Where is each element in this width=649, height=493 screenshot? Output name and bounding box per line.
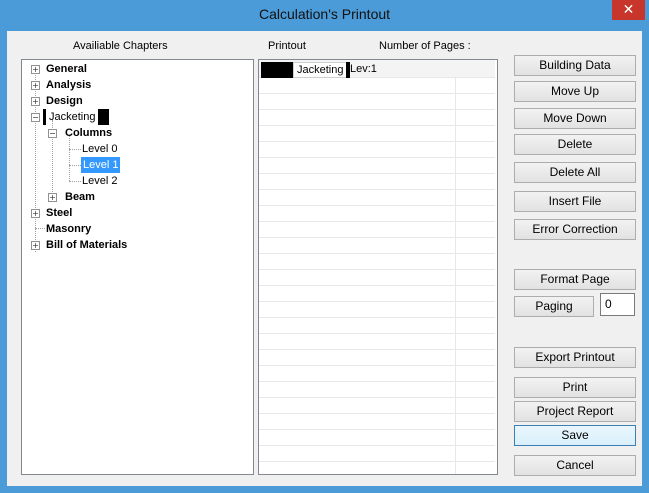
expand-icon[interactable]: +	[31, 81, 40, 90]
project-report-button[interactable]: Project Report	[514, 401, 636, 422]
empty-grid-row	[259, 318, 495, 334]
close-button[interactable]: ✕	[612, 0, 645, 20]
dialog-window: Calculation's Printout ✕ Availiable Chap…	[0, 0, 649, 493]
empty-grid-row	[259, 446, 495, 462]
chapters-tree[interactable]: + General + Analysis + Design − Jacketin…	[21, 59, 254, 475]
expand-icon[interactable]: +	[31, 97, 40, 106]
printout-level-cell: Lev:1	[350, 63, 377, 75]
empty-grid-row	[259, 126, 495, 142]
empty-grid-row	[259, 430, 495, 446]
empty-grid-row	[259, 270, 495, 286]
export-printout-button[interactable]: Export Printout	[514, 347, 636, 368]
tree-item-design[interactable]: Design	[46, 93, 83, 109]
available-chapters-label: Availiable Chapters	[73, 40, 168, 52]
printout-grid[interactable]: Jacketing Lev:1	[258, 59, 498, 475]
redacted-block	[43, 109, 46, 125]
window-title: Calculation's Printout	[258, 6, 391, 22]
tree-line	[35, 228, 45, 229]
printout-label: Printout	[268, 40, 306, 52]
empty-grid-row	[259, 254, 495, 270]
save-button[interactable]: Save	[514, 425, 636, 446]
tree-line	[69, 136, 70, 181]
empty-grid-row	[259, 174, 495, 190]
empty-grid-row	[259, 334, 495, 350]
dialog-body: Availiable Chapters Printout Number of P…	[7, 31, 642, 486]
tree-item-beam[interactable]: Beam	[65, 189, 95, 205]
delete-all-button[interactable]: Delete All	[514, 162, 636, 183]
tree-item-general[interactable]: General	[46, 61, 87, 77]
empty-grid-row	[259, 94, 495, 110]
tree-line	[69, 149, 81, 150]
tree-item-bill-of-materials[interactable]: Bill of Materials	[46, 237, 127, 253]
building-data-button[interactable]: Building Data	[514, 55, 636, 76]
empty-grid-row	[259, 222, 495, 238]
paging-input[interactable]: 0	[600, 293, 635, 316]
insert-file-button[interactable]: Insert File	[514, 191, 636, 212]
delete-button[interactable]: Delete	[514, 134, 636, 155]
move-down-button[interactable]: Move Down	[514, 108, 636, 129]
empty-grid-row	[259, 398, 495, 414]
format-page-button[interactable]: Format Page	[514, 269, 636, 290]
tree-item-masonry[interactable]: Masonry	[46, 221, 91, 237]
tree-item-level-0[interactable]: Level 0	[82, 141, 117, 157]
empty-grid-row	[259, 462, 495, 474]
cancel-button[interactable]: Cancel	[514, 455, 636, 476]
collapse-icon[interactable]: −	[48, 129, 57, 138]
expand-icon[interactable]: +	[31, 241, 40, 250]
title-bar[interactable]: Calculation's Printout ✕	[0, 0, 649, 31]
tree-item-steel[interactable]: Steel	[46, 205, 72, 221]
redacted-block	[261, 62, 293, 78]
empty-grid-row	[259, 238, 495, 254]
paging-button[interactable]: Paging	[514, 296, 594, 317]
empty-grid-row	[259, 302, 495, 318]
tree-item-level-2[interactable]: Level 2	[82, 173, 117, 189]
empty-grid-row	[259, 414, 495, 430]
move-up-button[interactable]: Move Up	[514, 81, 636, 102]
empty-grid-row	[259, 158, 495, 174]
tree-line	[69, 181, 81, 182]
tree-item-columns[interactable]: Columns	[65, 125, 112, 141]
number-of-pages-label: Number of Pages :	[379, 40, 471, 52]
print-button[interactable]: Print	[514, 377, 636, 398]
expand-icon[interactable]: +	[31, 209, 40, 218]
tree-line	[69, 165, 81, 166]
empty-grid-row	[259, 110, 495, 126]
empty-grid-row	[259, 78, 495, 94]
printout-chapter-cell[interactable]: Jacketing	[293, 62, 348, 78]
empty-grid-row	[259, 286, 495, 302]
error-correction-button[interactable]: Error Correction	[514, 219, 636, 240]
expand-icon[interactable]: +	[31, 65, 40, 74]
tree-item-jacketing[interactable]: Jacketing	[49, 109, 95, 125]
tree-item-analysis[interactable]: Analysis	[46, 77, 91, 93]
empty-grid-row	[259, 142, 495, 158]
empty-grid-row	[259, 382, 495, 398]
empty-grid-row	[259, 206, 495, 222]
expand-icon[interactable]: +	[48, 193, 57, 202]
empty-grid-row	[259, 366, 495, 382]
redacted-block	[98, 109, 109, 125]
collapse-icon[interactable]: −	[31, 113, 40, 122]
table-row[interactable]: Jacketing Lev:1	[259, 60, 495, 78]
tree-item-level-1[interactable]: Level 1	[81, 157, 121, 173]
empty-grid-row	[259, 350, 495, 366]
empty-grid-row	[259, 190, 495, 206]
